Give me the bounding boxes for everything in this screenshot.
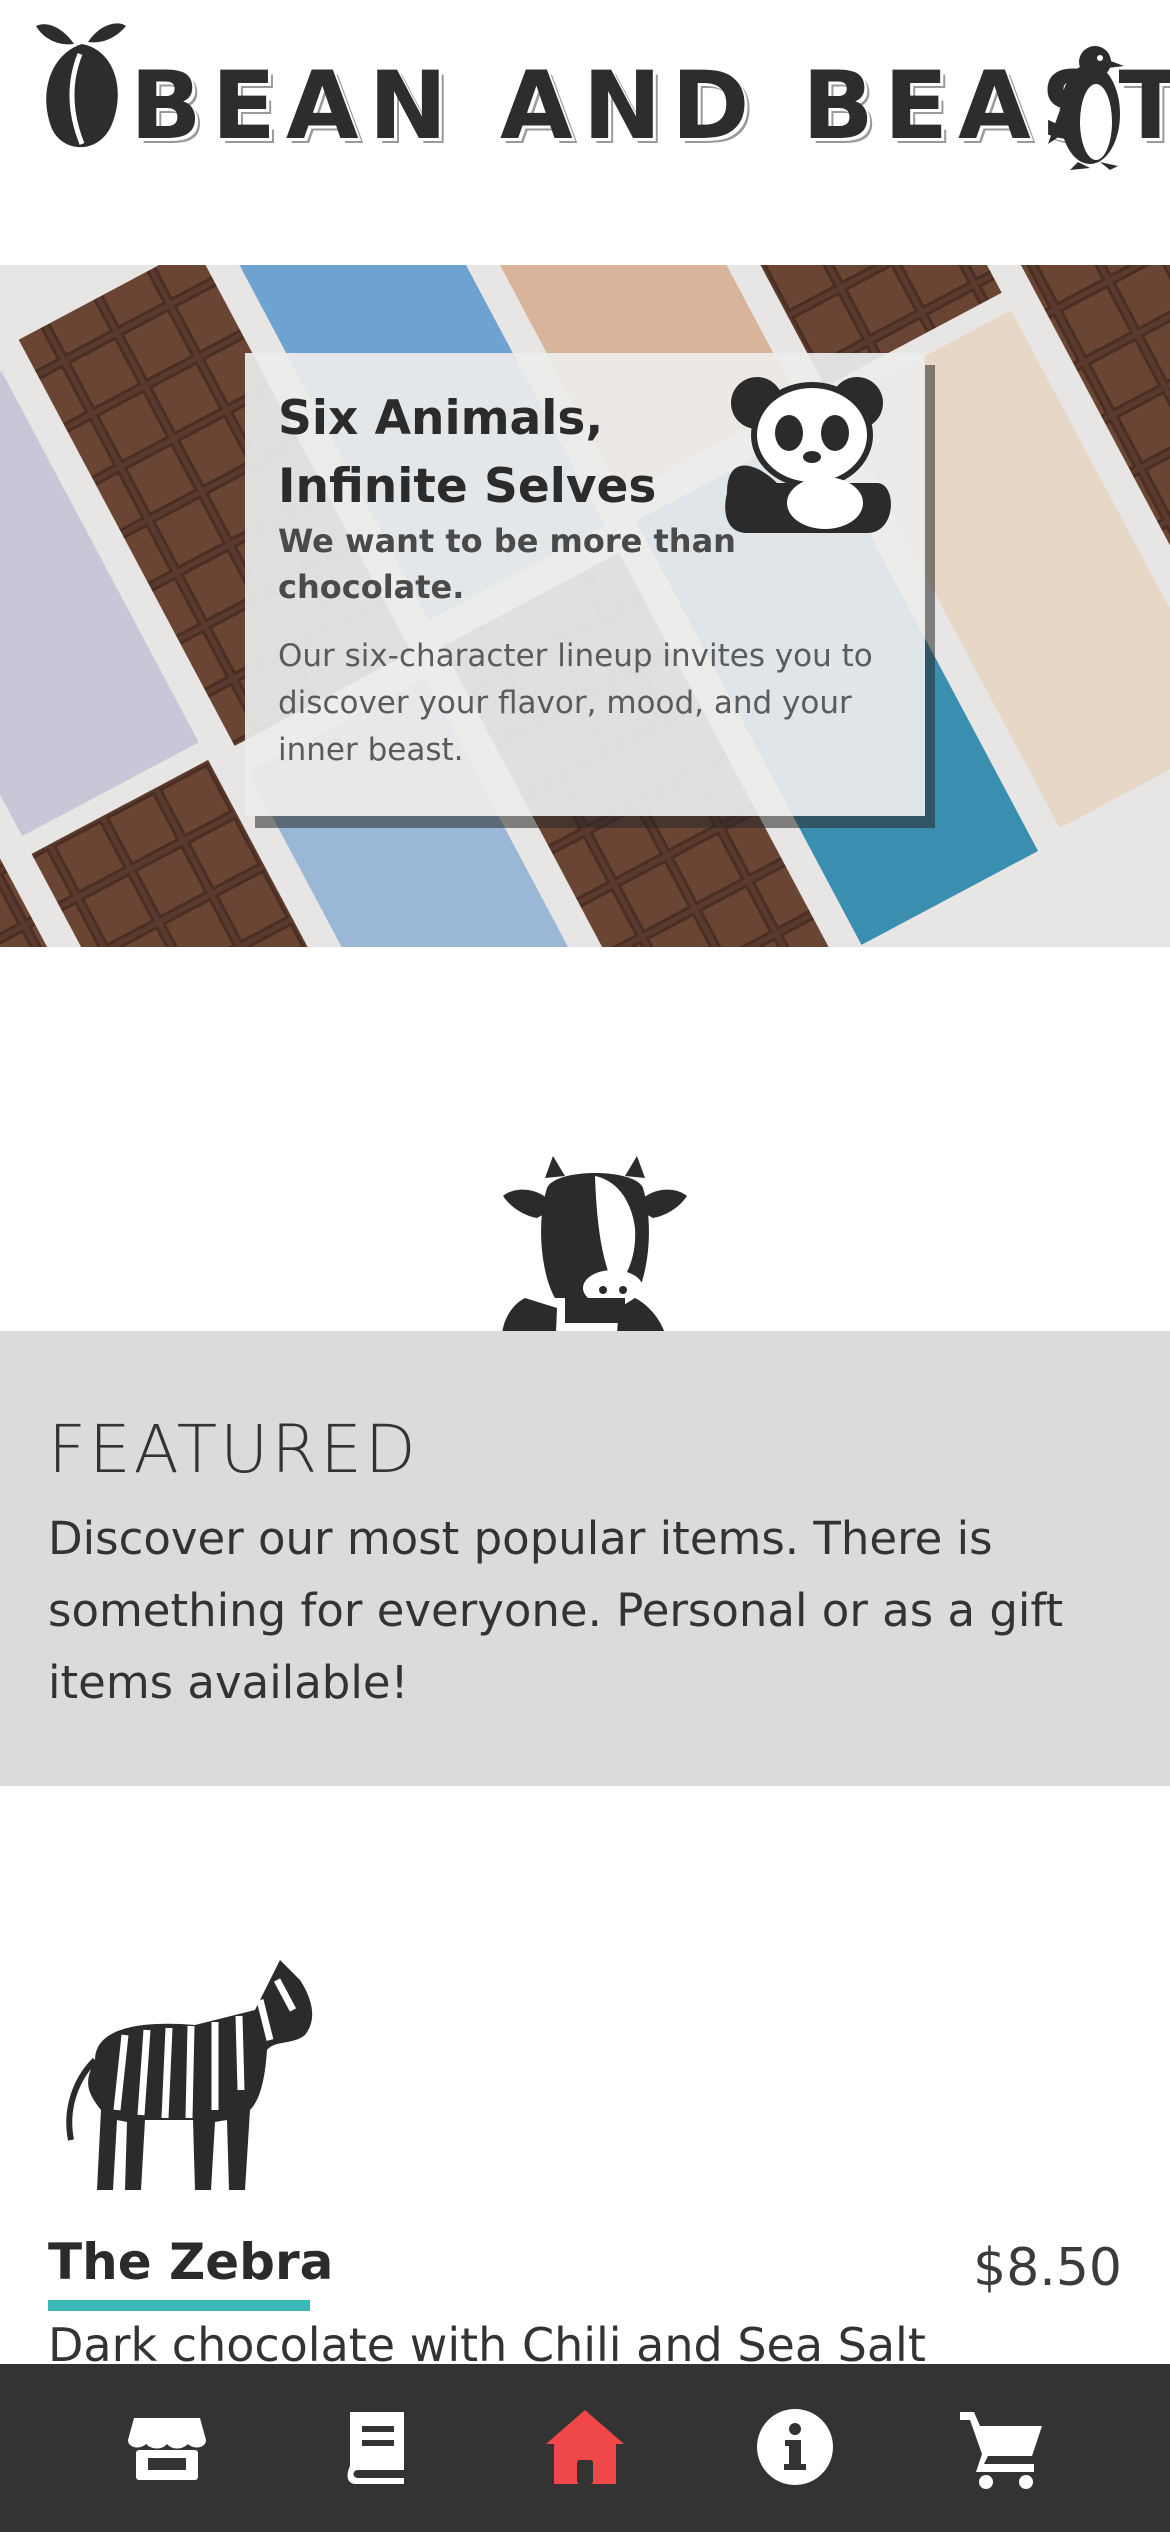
bottom-navigation-bar	[0, 2364, 1170, 2532]
nav-about-button[interactable]	[752, 2404, 838, 2490]
nav-shop-button[interactable]	[124, 2404, 210, 2490]
product-price: $8.50	[973, 2238, 1122, 2298]
hero-card: Six Animals, Infinite Selves We want to …	[245, 353, 925, 816]
cart-icon	[960, 2412, 1042, 2489]
menu-book-icon	[347, 2412, 404, 2484]
nav-cart-button[interactable]	[958, 2404, 1044, 2490]
brand-logo[interactable]: BEAN AND BEAST	[30, 14, 1170, 170]
featured-section: FEATURED Discover our most popular items…	[0, 1331, 1170, 1786]
product-name-underline	[48, 2300, 310, 2311]
home-icon	[546, 2410, 624, 2484]
panda-icon	[725, 377, 891, 533]
penguin-icon	[1048, 46, 1124, 170]
store-icon	[128, 2418, 206, 2480]
info-icon	[757, 2409, 833, 2485]
site-header: BEAN AND BEAST	[0, 0, 1170, 265]
hero-subtitle: We want to be more than chocolate.	[278, 522, 736, 606]
brand-wordmark: BEAN AND BEAST	[130, 52, 1170, 161]
featured-heading: FEATURED	[48, 1411, 419, 1488]
product-name[interactable]: The Zebra	[48, 2233, 333, 2291]
featured-description: Discover our most popular items. There i…	[48, 1512, 1064, 1709]
nav-menu-button[interactable]	[334, 2404, 420, 2490]
hero-body-text: Our six-character lineup invites you to …	[278, 638, 873, 768]
nav-home-button[interactable]	[542, 2404, 628, 2490]
hero-banner: Six Animals, Infinite Selves We want to …	[0, 265, 1170, 947]
zebra-product-image[interactable]	[55, 1940, 325, 2200]
hero-title: Six Animals, Infinite Selves	[278, 391, 657, 514]
